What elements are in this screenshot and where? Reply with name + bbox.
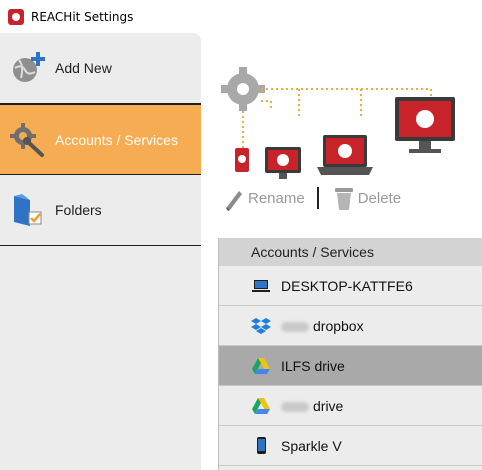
- sidebar-item-accounts-services[interactable]: Accounts / Services: [0, 104, 201, 175]
- rename-label: Rename: [248, 189, 305, 207]
- folder-check-icon: [14, 194, 42, 226]
- row-label-text: dropbox: [313, 317, 364, 334]
- row-label: ILFS drive: [281, 357, 345, 374]
- sync-devices-illustration: [221, 67, 455, 179]
- laptop-icon: [252, 280, 270, 292]
- list-item-drive[interactable]: drive: [219, 386, 482, 426]
- row-label: drive: [281, 398, 343, 414]
- row-label-text: drive: [313, 397, 344, 414]
- list-item-dropbox[interactable]: dropbox: [219, 306, 482, 346]
- rename-button[interactable]: Rename: [223, 185, 305, 211]
- list-item-desktop[interactable]: DESKTOP-KATTFE6: [219, 266, 482, 306]
- redacted-text: [281, 321, 309, 332]
- monitor-device-icon: [265, 147, 301, 179]
- trash-icon: [334, 188, 353, 210]
- accounts-list: Accounts / Services DESKTOP-KATTFE6 drop…: [218, 238, 482, 470]
- toolbar: Rename Delete: [223, 183, 401, 213]
- sidebar-item-label: Add New: [55, 60, 112, 76]
- window-title: REACHit Settings: [31, 9, 134, 24]
- sidebar-item-add-new[interactable]: Add New: [0, 33, 201, 104]
- sidebar: Add New Accounts / Services Folders: [0, 33, 201, 470]
- desktop-device-icon: [395, 97, 455, 153]
- sidebar-item-label: Accounts / Services: [55, 131, 178, 148]
- delete-button[interactable]: Delete: [333, 185, 401, 211]
- laptop-device-icon: [317, 135, 373, 175]
- list-item-ilfs-drive[interactable]: ILFS drive: [219, 346, 482, 386]
- add-globe-icon: [13, 52, 45, 82]
- row-label: Sparkle V: [281, 437, 342, 454]
- phone-icon: [257, 437, 266, 454]
- list-header: Accounts / Services: [219, 238, 482, 266]
- gear-icon: [221, 67, 265, 111]
- dropbox-icon: [251, 318, 271, 334]
- row-label: dropbox: [281, 318, 364, 334]
- pencil-icon: [226, 191, 242, 211]
- row-label: DESKTOP-KATTFE6: [281, 277, 413, 294]
- redacted-text: [281, 401, 309, 412]
- sidebar-item-folders[interactable]: Folders: [0, 175, 201, 246]
- phone-device-icon: [235, 148, 249, 172]
- main-panel: Rename Delete Accounts / Services DESKTO…: [201, 33, 482, 470]
- gear-wrench-icon: [10, 123, 44, 157]
- sidebar-item-label: Folders: [55, 202, 102, 218]
- toolbar-divider: [316, 187, 319, 209]
- title-bar: REACHit Settings: [0, 0, 482, 33]
- google-drive-icon: [252, 358, 270, 374]
- google-drive-icon: [252, 398, 270, 414]
- reachit-logo-icon: [8, 8, 24, 25]
- delete-label: Delete: [357, 189, 402, 207]
- list-item-sparkle-v[interactable]: Sparkle V: [219, 426, 482, 466]
